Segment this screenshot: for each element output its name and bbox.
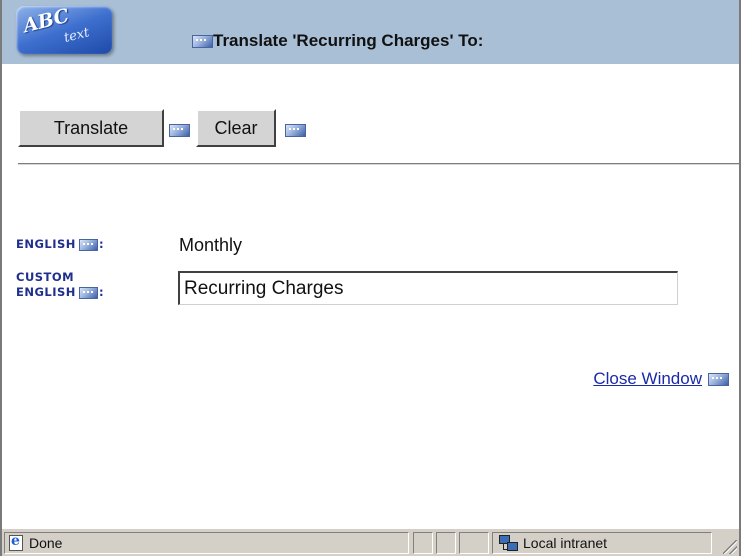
status-main-cell: Done [4,532,409,554]
abc-text-logo-icon: ABC text [16,5,112,54]
translate-dialog-window: ABC text Translate 'Recurring Charges' T… [0,0,741,556]
custom-english-input[interactable] [178,271,678,305]
english-value: Monthly [179,235,243,255]
status-cell [413,532,433,554]
divider [18,163,739,165]
status-cell [459,532,489,554]
zone-text: Local intranet [523,535,608,551]
translate-glyph-icon[interactable] [708,372,729,386]
header-band: ABC text Translate 'Recurring Charges' T… [2,0,739,64]
translate-glyph-icon[interactable] [78,286,98,299]
status-zone-cell: Local intranet [492,532,712,554]
label-colon: : [98,237,105,251]
resize-grip-icon[interactable] [723,540,737,554]
local-intranet-icon [499,535,518,551]
close-window-row: Close Window [593,369,729,389]
translate-glyph-icon[interactable] [285,124,306,137]
label-colon: : [98,285,105,299]
custom-label-line1: CUSTOM [16,270,75,284]
translate-glyph-icon[interactable] [78,238,98,251]
clear-button[interactable]: Clear [196,109,276,147]
custom-label-line2-row: ENGLISH : [16,285,104,300]
ie-page-icon [9,533,23,551]
status-bar: Done Local intranet [2,528,739,556]
translate-glyph-icon[interactable] [169,124,190,137]
logo-subtext: text [62,25,91,46]
page-title-row: Translate 'Recurring Charges' To: [192,31,483,51]
status-cell [436,532,456,554]
status-text: Done [29,535,63,551]
custom-english-label: CUSTOM ENGLISH : [16,270,104,300]
close-window-link[interactable]: Close Window [593,369,702,389]
translate-button[interactable]: Translate [18,109,164,147]
english-label-text: ENGLISH [16,237,76,251]
page-title: Translate 'Recurring Charges' To: [213,31,484,50]
english-label: ENGLISH : [16,237,104,252]
translate-glyph-icon[interactable] [192,34,213,48]
custom-label-line2: ENGLISH [16,285,76,299]
